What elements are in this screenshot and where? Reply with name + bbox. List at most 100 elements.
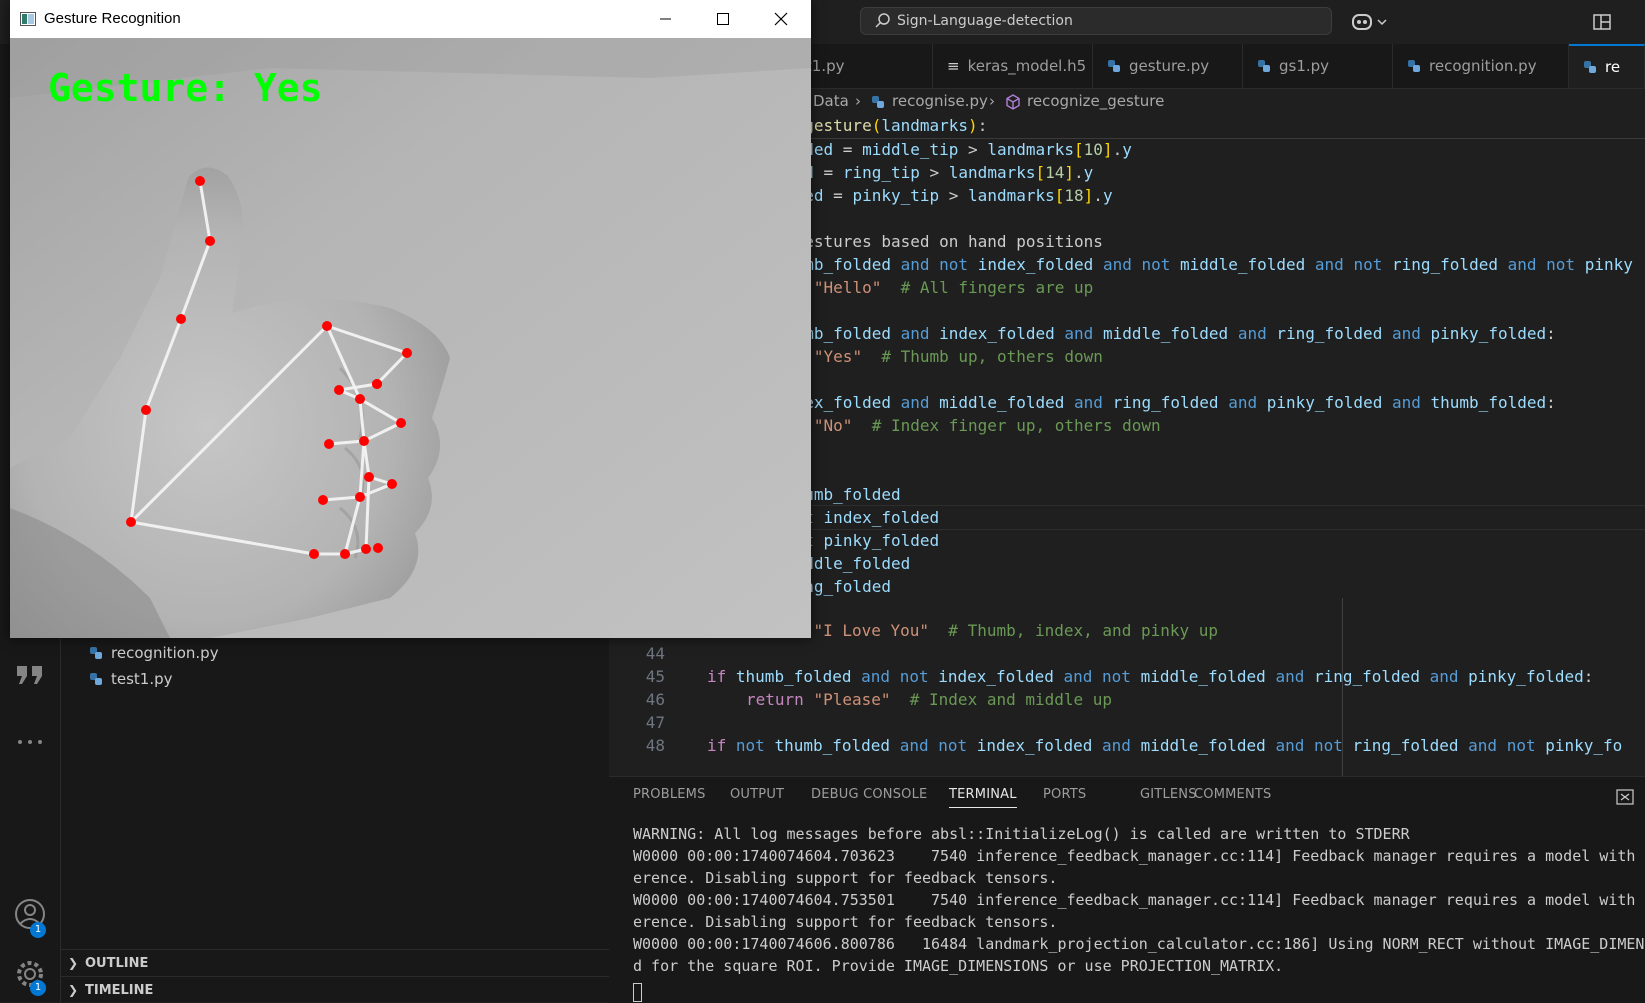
code-line: 48 if not thumb_folded and not index_fold… bbox=[609, 734, 1645, 758]
timeline-label: TIMELINE bbox=[85, 982, 154, 998]
tab-label: re bbox=[1605, 58, 1621, 76]
chevron-right-icon: › bbox=[855, 92, 861, 110]
close-icon[interactable] bbox=[752, 0, 810, 38]
tab-comments[interactable]: COMMENTS bbox=[1194, 787, 1271, 802]
line-number: 45 bbox=[645, 667, 665, 686]
tab-label: keras_model.h5 bbox=[967, 57, 1087, 75]
gesture-recognition-window[interactable]: Gesture Recognition Gesture: Yes bbox=[10, 0, 811, 638]
terminal-line: erence. Disabling support for feedback t… bbox=[633, 913, 1058, 931]
file-label: test1.py bbox=[111, 670, 173, 688]
line-number: 46 bbox=[645, 690, 665, 709]
terminal-line: erence. Disabling support for feedback t… bbox=[633, 869, 1058, 887]
manage-badge: 1 bbox=[30, 980, 46, 996]
breadcrumb-symbol[interactable]: recognize_gesture bbox=[1027, 92, 1164, 110]
tab-output[interactable]: OUTPUT bbox=[730, 787, 784, 802]
search-text: Sign-Language-detection bbox=[897, 13, 1073, 29]
tab-label: recognition.py bbox=[1429, 57, 1537, 75]
terminal-cursor[interactable] bbox=[633, 983, 642, 1002]
landmark-point bbox=[361, 544, 371, 554]
landmark-point bbox=[126, 517, 136, 527]
chevron-right-icon: ❯ bbox=[67, 956, 79, 970]
landmark-point bbox=[318, 495, 328, 505]
tab-gs1-py[interactable]: gs1.py bbox=[1243, 44, 1393, 88]
outline-label: OUTLINE bbox=[85, 955, 149, 971]
command-center-search[interactable]: Sign-Language-detection bbox=[860, 7, 1332, 35]
tab-gitlens[interactable]: GITLENS bbox=[1140, 787, 1197, 802]
python-file-icon bbox=[872, 96, 884, 108]
landmark-point bbox=[309, 549, 319, 559]
landmark-point bbox=[355, 394, 365, 404]
list-icon: ≡ bbox=[947, 57, 960, 75]
outline-section[interactable]: ❯ OUTLINE bbox=[61, 949, 609, 976]
file-recognition-py[interactable]: recognition.py bbox=[89, 640, 219, 666]
code-line: 45 if thumb_folded and not index_folded a… bbox=[609, 665, 1645, 689]
landmark-point bbox=[324, 439, 334, 449]
tab-terminal[interactable]: TERMINAL bbox=[949, 787, 1017, 808]
python-file-icon bbox=[1108, 60, 1120, 72]
python-file-icon bbox=[1584, 61, 1596, 73]
python-file-icon bbox=[90, 673, 102, 685]
code-line: 46 return "Please" # Index and middle up bbox=[609, 688, 1645, 712]
landmark-point bbox=[340, 549, 350, 559]
gesture-label: Gesture: Yes bbox=[48, 66, 323, 110]
bottom-panel: PROBLEMS OUTPUT DEBUG CONSOLE TERMINAL P… bbox=[609, 776, 1645, 1003]
landmark-point bbox=[387, 479, 397, 489]
tab-recognition-py[interactable]: recognition.py bbox=[1393, 44, 1569, 88]
landmark-point bbox=[205, 236, 215, 246]
landmark-point bbox=[402, 348, 412, 358]
copilot-icon[interactable] bbox=[1350, 10, 1392, 34]
minimize-icon[interactable] bbox=[636, 0, 694, 38]
line-number: 44 bbox=[645, 644, 665, 663]
terminal-close-icon[interactable] bbox=[1616, 789, 1634, 805]
landmark-point bbox=[373, 543, 383, 553]
landmark-point bbox=[176, 314, 186, 324]
camera-image bbox=[10, 38, 811, 638]
breadcrumb-file[interactable]: recognise.py bbox=[892, 92, 988, 110]
terminal-line: W0000 00:00:1740074604.753501 7540 infer… bbox=[633, 891, 1645, 909]
terminal-line: W0000 00:00:1740074606.800786 16484 land… bbox=[633, 935, 1645, 953]
accounts-badge: 1 bbox=[30, 922, 46, 938]
landmark-point bbox=[372, 379, 382, 389]
camera-feed: Gesture: Yes bbox=[10, 38, 811, 638]
file-test1-py[interactable]: test1.py bbox=[89, 666, 173, 692]
timeline-section[interactable]: ❯ TIMELINE bbox=[61, 976, 609, 1003]
code-line: 44 bbox=[609, 642, 1645, 666]
landmark-point bbox=[334, 385, 344, 395]
landmark-point bbox=[359, 436, 369, 446]
tab-keras-model[interactable]: ≡ keras_model.h5 bbox=[933, 44, 1093, 88]
file-label: recognition.py bbox=[111, 644, 219, 662]
python-file-icon bbox=[1258, 60, 1270, 72]
tab-problems[interactable]: PROBLEMS bbox=[633, 787, 706, 802]
maximize-icon[interactable] bbox=[694, 0, 752, 38]
tab-gesture-py[interactable]: gesture.py bbox=[1093, 44, 1243, 88]
chevron-right-icon: › bbox=[989, 92, 995, 110]
layout-icon[interactable] bbox=[1592, 12, 1612, 32]
line-number: 48 bbox=[645, 736, 665, 755]
tab-debug-console[interactable]: DEBUG CONSOLE bbox=[811, 787, 927, 802]
window-title-bar[interactable]: Gesture Recognition bbox=[10, 0, 811, 38]
terminal-line: W0000 00:00:1740074604.703623 7540 infer… bbox=[633, 847, 1645, 865]
landmark-point bbox=[322, 321, 332, 331]
landmark-point bbox=[195, 176, 205, 186]
tab-label: gs1.py bbox=[1279, 57, 1330, 75]
tab-recognise-py[interactable]: re bbox=[1569, 44, 1645, 88]
more-icon[interactable] bbox=[12, 724, 48, 760]
landmark-point bbox=[396, 418, 406, 428]
tab-ports[interactable]: PORTS bbox=[1043, 787, 1086, 802]
landmark-point bbox=[355, 492, 365, 502]
quote-icon[interactable] bbox=[12, 656, 48, 692]
landmark-point bbox=[141, 405, 151, 415]
code-line: 47 bbox=[609, 711, 1645, 735]
method-icon bbox=[1006, 94, 1020, 110]
terminal-line: d for the square ROI. Provide IMAGE_DIME… bbox=[633, 957, 1284, 975]
landmark-point bbox=[364, 472, 374, 482]
python-file-icon bbox=[1408, 60, 1420, 72]
breadcrumb-folder[interactable]: Data bbox=[813, 92, 849, 110]
window-title: Gesture Recognition bbox=[44, 10, 181, 27]
terminal-line: WARNING: All log messages before absl::I… bbox=[633, 825, 1410, 843]
app-icon bbox=[20, 12, 36, 26]
search-icon bbox=[875, 13, 890, 28]
chevron-right-icon: ❯ bbox=[67, 983, 79, 997]
line-number: 47 bbox=[645, 713, 665, 732]
tab-label: gesture.py bbox=[1129, 57, 1210, 75]
